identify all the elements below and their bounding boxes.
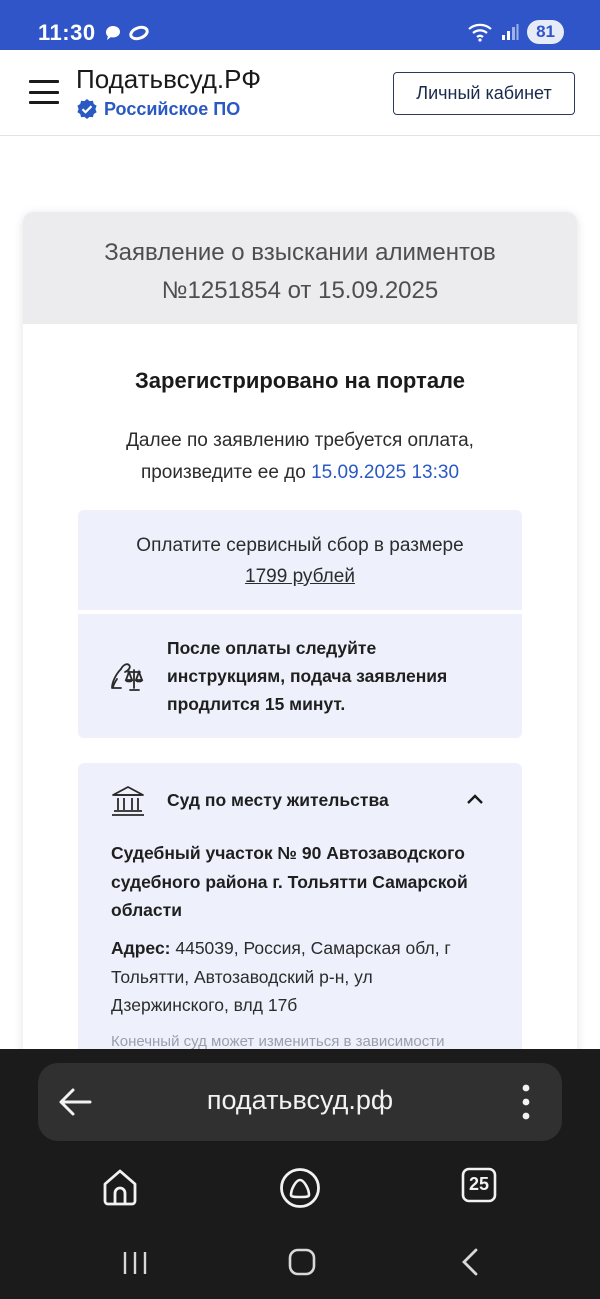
address-line1: 445039, Россия, Самарская обл, г <box>170 938 451 958</box>
address-line3: Дзержинского, влд 17б <box>111 995 298 1015</box>
chat-bubble-icon <box>106 26 120 40</box>
kebab-menu-icon[interactable] <box>520 1083 532 1121</box>
court-name: Судебный участок № 90 Автозаводского суд… <box>111 839 501 925</box>
court-hint: Конечный суд может измениться в зависимо… <box>111 1033 445 1050</box>
application-title: Заявление о взыскании алиментов <box>104 239 496 266</box>
status-right: 81 <box>467 20 564 44</box>
hamburger-menu-icon[interactable] <box>29 80 59 104</box>
payment-note: Далее по заявлению требуется оплата, про… <box>23 425 577 489</box>
payment-note-prefix: произведите ее до <box>140 462 312 483</box>
after-payment-line3: продлится 15 минут. <box>167 694 346 714</box>
court-label[interactable]: Суд по месту жительства <box>167 790 389 811</box>
personal-cabinet-button[interactable]: Личный кабинет <box>393 72 575 115</box>
verified-check-icon <box>77 99 97 119</box>
after-payment-text: После оплаты следуйте инструкциям, подач… <box>167 634 487 718</box>
wifi-icon <box>468 23 492 42</box>
application-card: Заявление о взыскании алиментов №1251854… <box>23 212 577 1112</box>
after-payment-box: После оплаты следуйте инструкциям, подач… <box>78 614 522 738</box>
payment-deadline: 15.09.2025 13:30 <box>311 462 460 483</box>
application-number: №1251854 от 15.09.2025 <box>161 277 439 304</box>
status-left-icons <box>104 24 150 42</box>
ring-icon <box>129 25 149 41</box>
recent-apps-icon[interactable] <box>121 1249 149 1277</box>
status-time: 11:30 <box>38 20 96 45</box>
home-button-icon[interactable] <box>287 1247 317 1277</box>
home-icon[interactable] <box>101 1167 139 1207</box>
application-status: Зарегистрировано на портале <box>135 368 465 393</box>
scales-justice-icon <box>111 663 144 691</box>
court-name-line3: области <box>111 900 182 920</box>
url-text[interactable]: податьвсуд.рф <box>38 1085 562 1116</box>
payment-note-line2: произведите ее до 15.09.2025 13:30 <box>23 457 577 489</box>
court-name-line1: Судебный участок № 90 Автозаводского <box>111 843 465 863</box>
site-subtitle: Российское ПО <box>76 98 240 120</box>
site-header: Податьвсуд.РФ Российское ПО Личный кабин… <box>0 50 600 136</box>
payment-note-line1: Далее по заявлению требуется оплата, <box>126 430 474 451</box>
chevron-up-icon[interactable] <box>466 793 484 805</box>
after-payment-line2: инструкциям, подача заявления <box>167 666 448 686</box>
after-payment-line1: После оплаты следуйте <box>167 638 377 658</box>
signal-icon <box>502 24 519 40</box>
site-title[interactable]: Податьвсуд.РФ <box>76 64 261 95</box>
courthouse-icon <box>112 786 144 816</box>
fee-text: Оплатите сервисный сбор в размере <box>136 535 464 556</box>
system-back-icon[interactable] <box>458 1247 482 1277</box>
court-name-line2: судебного района г. Тольятти Самарской <box>111 871 468 892</box>
browser-chrome: податьвсуд.рф 25 <box>0 1049 600 1299</box>
application-header: Заявление о взыскании алиментов №1251854… <box>23 212 577 324</box>
address-line2: Тольятти, Автозаводский р-н, ул <box>111 966 373 987</box>
tabs-count: 25 <box>468 1174 490 1194</box>
status-bar: 11:30 81 <box>0 0 600 50</box>
fee-amount-link[interactable]: 1799 рублей <box>245 566 355 587</box>
battery-indicator: 81 <box>527 20 564 44</box>
subtitle-text: Российское ПО <box>104 98 241 119</box>
address-bar[interactable]: податьвсуд.рф <box>38 1063 562 1141</box>
address-label: Адрес: <box>111 938 171 958</box>
browser-nav-row: 25 <box>0 1167 600 1211</box>
court-address: Адрес: 445039, Россия, Самарская обл, г … <box>111 934 501 1020</box>
service-fee-box: Оплатите сервисный сбор в размере 1799 р… <box>78 510 522 610</box>
system-nav-bar <box>0 1245 600 1285</box>
assistant-icon[interactable] <box>279 1167 321 1209</box>
